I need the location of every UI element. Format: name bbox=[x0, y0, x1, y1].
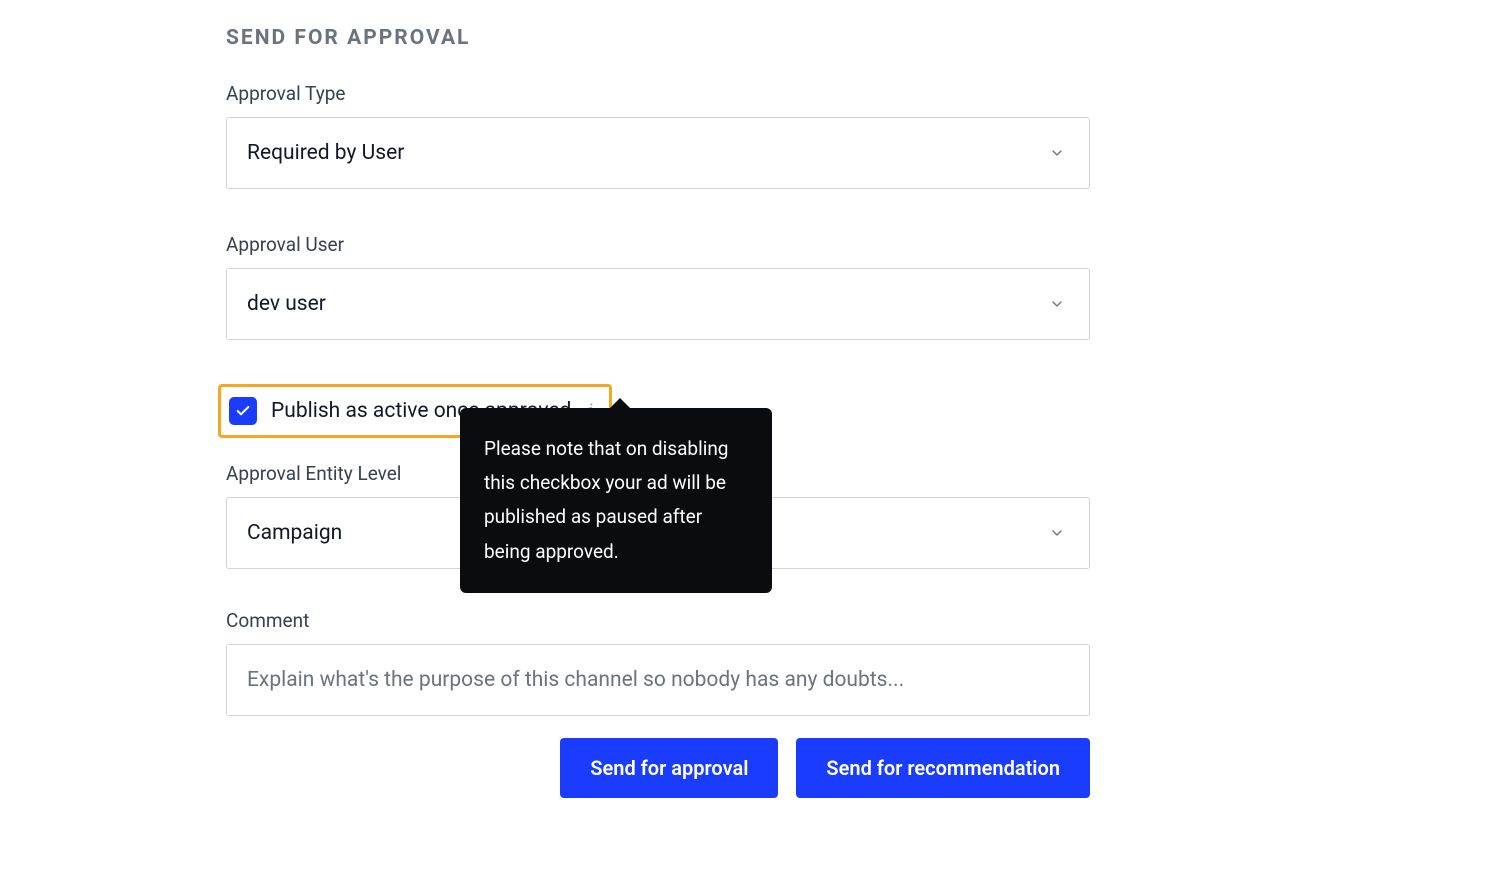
comment-input[interactable] bbox=[226, 644, 1090, 716]
section-title: SEND FOR APPROVAL bbox=[226, 26, 1090, 50]
approval-entity-value: Campaign bbox=[247, 521, 342, 545]
field-comment: Comment bbox=[226, 609, 1090, 716]
field-approval-type: Approval Type Required by User bbox=[226, 82, 1090, 189]
send-recommendation-button[interactable]: Send for recommendation bbox=[796, 738, 1090, 798]
approval-type-select[interactable]: Required by User bbox=[226, 117, 1090, 189]
publish-active-tooltip: Please note that on disabling this check… bbox=[460, 408, 772, 593]
approval-user-select[interactable]: dev user bbox=[226, 268, 1090, 340]
button-row: Send for approval Send for recommendatio… bbox=[226, 738, 1090, 798]
approval-type-value: Required by User bbox=[247, 141, 404, 165]
approval-type-label: Approval Type bbox=[226, 82, 1090, 105]
chevron-down-icon bbox=[1049, 296, 1065, 312]
approval-user-value: dev user bbox=[247, 292, 326, 316]
field-approval-user: Approval User dev user bbox=[226, 233, 1090, 340]
chevron-down-icon bbox=[1049, 525, 1065, 541]
publish-active-checkbox[interactable] bbox=[229, 397, 257, 425]
chevron-down-icon bbox=[1049, 145, 1065, 161]
comment-label: Comment bbox=[226, 609, 1090, 632]
send-approval-button[interactable]: Send for approval bbox=[560, 738, 778, 798]
approval-user-label: Approval User bbox=[226, 233, 1090, 256]
